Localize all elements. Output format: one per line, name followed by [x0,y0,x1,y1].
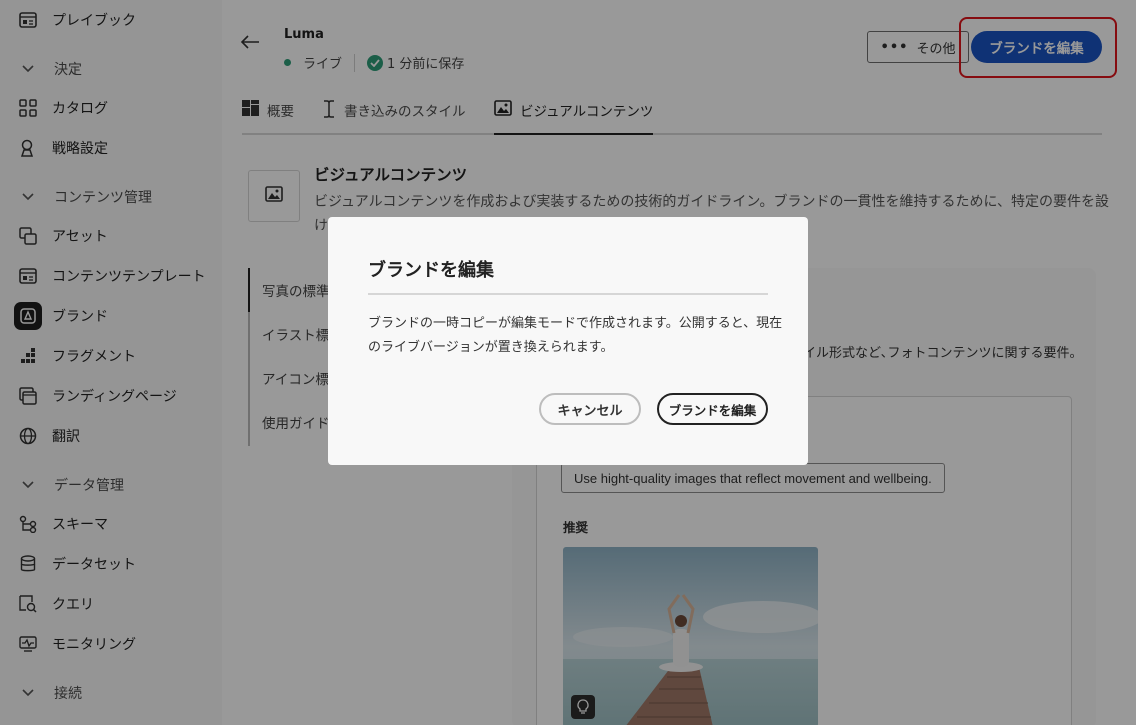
dialog-divider [368,293,768,295]
dialog-body: ブランドの一時コピーが編集モードで作成されます。公開すると、現在のライブバージョ… [368,316,783,355]
cancel-button[interactable]: キャンセル [539,393,641,425]
dialog-title: ブランドを編集 [368,260,494,281]
edit-brand-dialog: ブランドを編集 ブランドの一時コピーが編集モードで作成されます。公開すると、現在… [328,217,808,465]
confirm-edit-brand-button[interactable]: ブランドを編集 [657,393,768,425]
